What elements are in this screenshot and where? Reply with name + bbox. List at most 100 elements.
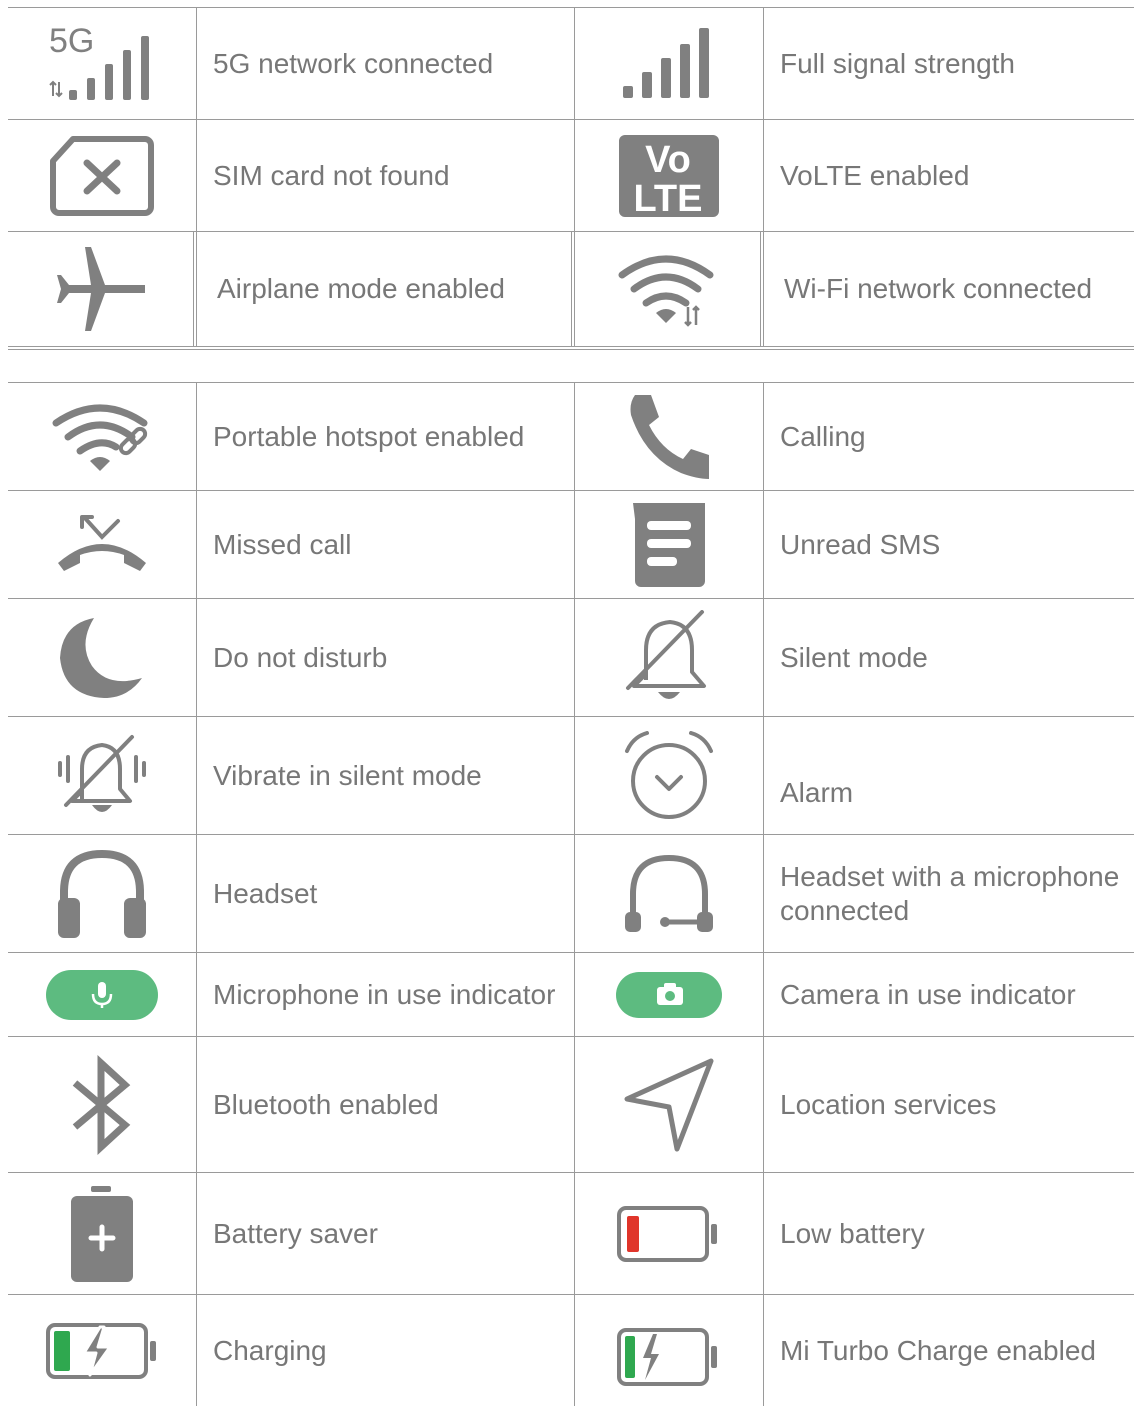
microphone-indicator-icon — [46, 969, 158, 1020]
label-cell: Location services — [764, 1037, 1134, 1172]
status-label: Unread SMS — [780, 528, 941, 560]
label-cell: Bluetooth enabled — [197, 1037, 575, 1172]
headset-mic-icon — [621, 854, 717, 934]
status-label: Battery saver — [213, 1217, 378, 1249]
status-label: Headset with a microphone connected — [780, 860, 1120, 926]
label-cell: Calling — [764, 383, 1134, 490]
icon-cell — [575, 8, 764, 119]
status-label: Alarm — [780, 777, 854, 808]
airplane-icon — [55, 243, 147, 335]
icon-cell — [8, 1173, 197, 1294]
label-cell: SIM card not found — [197, 120, 575, 231]
icon-cell — [8, 599, 197, 716]
status-label: SIM card not found — [213, 159, 450, 191]
volte-badge-bottom: LTE — [634, 178, 703, 218]
icon-cell — [575, 599, 764, 716]
sim-card-missing-icon — [49, 135, 155, 217]
5g-badge: 5G — [49, 24, 94, 60]
status-label: Calling — [780, 420, 866, 452]
low-battery-icon — [617, 1205, 721, 1262]
label-cell: Low battery — [764, 1173, 1134, 1294]
label-cell: Portable hotspot enabled — [197, 383, 575, 490]
table-row: Bluetooth enabled Location services — [8, 1036, 1134, 1172]
missed-call-icon — [54, 514, 150, 575]
icon-cell: 5G — [8, 8, 197, 119]
table-row: Battery saver Low battery — [8, 1172, 1134, 1294]
status-label: Charging — [213, 1334, 327, 1366]
status-label: Airplane mode enabled — [217, 273, 505, 304]
icon-cell — [8, 383, 197, 490]
signal-strength-icon — [619, 26, 719, 102]
sms-icon — [631, 501, 707, 589]
status-label: VoLTE enabled — [780, 159, 970, 191]
status-label: 5G network connected — [213, 47, 494, 79]
icon-cell — [575, 953, 764, 1036]
icon-cell — [8, 1037, 197, 1172]
bluetooth-icon — [69, 1054, 135, 1155]
icon-cell — [8, 717, 197, 834]
turbo-charge-icon — [617, 1327, 721, 1388]
status-label: Missed call — [213, 528, 352, 560]
table-row: Portable hotspot enabled Calling — [8, 382, 1134, 490]
label-cell: Silent mode — [764, 599, 1134, 716]
icon-cell — [8, 953, 197, 1036]
status-label: Mi Turbo Charge enabled — [780, 1334, 1096, 1366]
volte-badge-top: Vo — [645, 139, 691, 181]
battery-saver-icon — [69, 1184, 135, 1284]
icon-cell — [575, 1173, 764, 1294]
table-row: 5G 5G network connected Full signal stre… — [8, 7, 1134, 119]
status-label: Portable hotspot enabled — [213, 420, 525, 452]
table-row: Airplane mode enabled Wi-Fi network conn… — [8, 231, 1134, 350]
table-row: Charging Mi Turbo Charge enabled — [8, 1294, 1134, 1406]
icon-cell — [575, 835, 764, 952]
icon-cell — [575, 491, 764, 598]
icon-cell — [8, 120, 197, 231]
label-cell: Full signal strength — [764, 8, 1134, 119]
label-cell: Headset with a microphone connected — [764, 835, 1134, 952]
icon-cell — [575, 1037, 764, 1172]
icon-cell — [8, 491, 197, 598]
label-cell: Charging — [197, 1295, 575, 1406]
table-row: Headset Headset with a microphone connec… — [8, 834, 1134, 952]
vibrate-silent-icon — [56, 733, 148, 819]
table-row: Do not disturb Silent mode — [8, 598, 1134, 716]
label-cell: Battery saver — [197, 1173, 575, 1294]
label-cell: Alarm — [764, 717, 1134, 834]
status-label: Headset — [213, 877, 318, 909]
label-cell: Airplane mode enabled — [197, 232, 575, 346]
status-label: Do not disturb — [213, 641, 388, 673]
status-label: Location services — [780, 1088, 997, 1120]
table-row: SIM card not found Vo LTE VoLTE enabled — [8, 119, 1134, 231]
label-cell: Vibrate in silent mode — [197, 717, 575, 834]
icon-cell — [8, 232, 197, 346]
hotspot-icon — [50, 399, 154, 475]
label-cell: VoLTE enabled — [764, 120, 1134, 231]
status-label: Silent mode — [780, 641, 928, 673]
status-icons-table-1: 5G 5G network connected Full signal stre… — [8, 7, 1134, 350]
5g-network-icon: 5G — [47, 24, 157, 104]
charging-icon — [46, 1322, 158, 1379]
icon-cell: Vo LTE — [575, 120, 764, 231]
headset-icon — [56, 848, 148, 940]
phone-icon — [627, 393, 711, 481]
status-label: Camera in use indicator — [780, 978, 1076, 1010]
status-icons-table-2: Portable hotspot enabled Calling Missed … — [8, 382, 1134, 1406]
moon-icon — [58, 616, 146, 700]
icon-cell — [575, 717, 764, 834]
icon-cell — [8, 1295, 197, 1406]
label-cell: Mi Turbo Charge enabled — [764, 1295, 1134, 1406]
status-label: Wi-Fi network connected — [784, 273, 1093, 304]
status-label: Low battery — [780, 1217, 925, 1249]
table-row: Missed call Unread SMS — [8, 490, 1134, 598]
status-label: Full signal strength — [780, 47, 1016, 79]
status-label: Vibrate in silent mode — [213, 759, 482, 791]
table-row: Vibrate in silent mode Alarm — [8, 716, 1134, 834]
icon-cell — [575, 1295, 764, 1406]
status-label: Bluetooth enabled — [213, 1088, 439, 1120]
icon-cell — [575, 383, 764, 490]
alarm-icon — [623, 730, 715, 821]
label-cell: Wi-Fi network connected — [764, 232, 1134, 346]
label-cell: Camera in use indicator — [764, 953, 1134, 1036]
status-label: Microphone in use indicator — [213, 978, 556, 1010]
icon-cell — [8, 835, 197, 952]
